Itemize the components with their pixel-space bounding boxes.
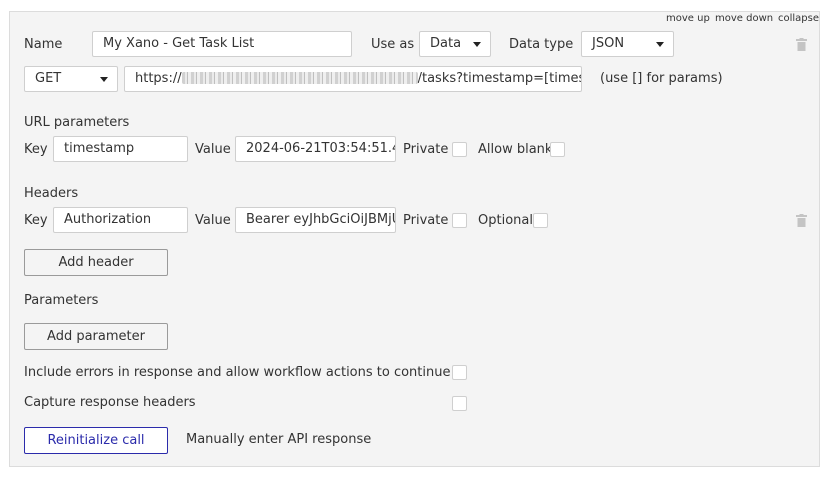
url-prefix: https:// (135, 71, 182, 86)
header-value-label: Value (195, 213, 231, 228)
capture-headers-label: Capture response headers (24, 395, 196, 410)
trash-icon[interactable] (796, 214, 807, 227)
collapse-link[interactable]: collapse (778, 13, 819, 24)
method-value: GET (35, 71, 62, 86)
redacted-url-host (181, 71, 418, 84)
chevron-down-icon (656, 42, 664, 47)
url-param-key-input[interactable]: timestamp (53, 136, 188, 162)
use-as-value: Data (430, 36, 462, 51)
url-param-private-label: Private (403, 142, 449, 157)
use-as-label: Use as (371, 37, 415, 52)
name-label: Name (24, 37, 63, 52)
url-input[interactable]: https:// /tasks?timestamp=[timestamp (124, 66, 582, 92)
trash-icon[interactable] (796, 38, 807, 51)
url-parameters-heading: URL parameters (24, 115, 130, 130)
name-input[interactable]: My Xano - Get Task List (92, 31, 352, 57)
include-errors-checkbox[interactable] (452, 365, 467, 380)
parameters-heading: Parameters (24, 293, 99, 308)
include-errors-label: Include errors in response and allow wor… (24, 365, 451, 380)
url-suffix: /tasks?timestamp=[timestamp (417, 71, 581, 86)
add-parameter-button[interactable]: Add parameter (24, 323, 168, 350)
header-private-label: Private (403, 213, 449, 228)
manual-response-link[interactable]: Manually enter API response (186, 432, 371, 447)
header-value-input[interactable]: Bearer eyJhbGciOiJBMjU2 (235, 207, 396, 233)
add-header-button[interactable]: Add header (24, 249, 168, 276)
headers-heading: Headers (24, 186, 79, 201)
chevron-down-icon (473, 42, 481, 47)
url-param-private-checkbox[interactable] (452, 142, 467, 157)
params-hint: (use [] for params) (600, 71, 723, 86)
url-param-value-label: Value (195, 142, 231, 157)
move-down-link[interactable]: move down (715, 13, 773, 24)
allow-blank-label: Allow blank (478, 142, 553, 157)
header-private-checkbox[interactable] (452, 213, 467, 228)
capture-headers-checkbox[interactable] (452, 396, 467, 411)
data-type-value: JSON (592, 36, 625, 51)
url-param-key-label: Key (24, 142, 48, 157)
header-key-label: Key (24, 213, 48, 228)
chevron-down-icon (100, 77, 108, 82)
header-key-input[interactable]: Authorization (53, 207, 188, 233)
data-type-label: Data type (509, 37, 574, 52)
reinitialize-call-button[interactable]: Reinitialize call (24, 427, 168, 454)
api-call-panel: move up move down collapse Name My Xano … (9, 11, 820, 467)
optional-checkbox[interactable] (533, 213, 548, 228)
data-type-select[interactable]: JSON (581, 31, 674, 57)
method-select[interactable]: GET (24, 66, 118, 92)
optional-label: Optional (478, 213, 533, 228)
url-param-value-input[interactable]: 2024-06-21T03:54:51.485 (235, 136, 396, 162)
allow-blank-checkbox[interactable] (550, 142, 565, 157)
move-up-link[interactable]: move up (666, 13, 710, 24)
use-as-select[interactable]: Data (419, 31, 491, 57)
